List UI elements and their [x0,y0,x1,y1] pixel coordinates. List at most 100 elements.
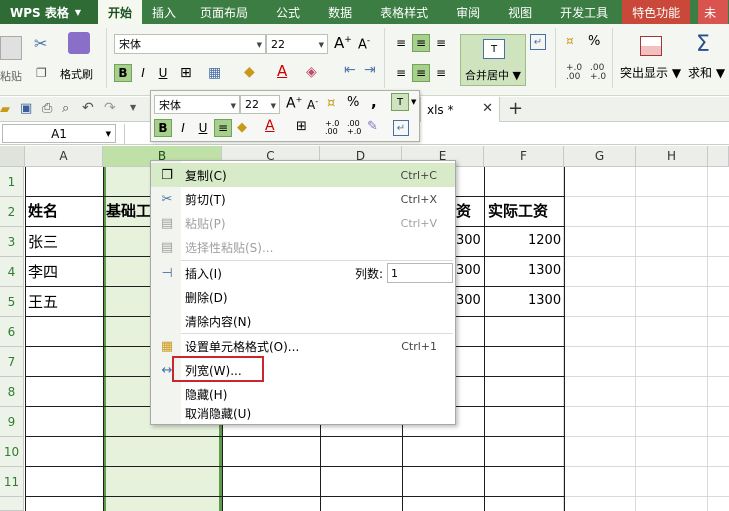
indent-increase-icon[interactable]: ⇥ [364,62,376,78]
increase-font-icon[interactable]: A+ [334,34,352,52]
currency-icon[interactable]: ¤ [327,96,335,111]
align-top-icon[interactable]: ≡ [392,34,410,52]
highlight-icon[interactable] [640,36,662,56]
file-tab[interactable]: xls * ✕ [420,97,500,122]
mini-align-center-icon[interactable]: ≡ [214,119,232,137]
mini-font-name-select[interactable]: 宋体 ▼ [154,95,240,114]
row-header-9[interactable]: 9 [0,407,24,437]
col-header-h[interactable]: H [636,146,708,167]
format-painter-label[interactable]: 格式刷 [60,66,93,82]
row-header-5[interactable]: 5 [0,287,24,317]
decrease-font-icon[interactable]: A- [307,97,318,112]
cell-f5[interactable]: 1300 [528,293,561,308]
decrease-decimal-icon[interactable]: .00 +.0 [347,120,361,136]
menu-item-copy[interactable]: ❐ 复制(C) Ctrl+C [151,163,455,187]
close-icon[interactable]: ✕ [482,101,493,116]
tab-developer[interactable]: 开发工具 [546,0,622,24]
scissors-icon[interactable]: ✂ [34,34,47,53]
cell-a2[interactable]: 姓名 [28,200,58,221]
row-header-3[interactable]: 3 [0,227,24,257]
cell-a4[interactable]: 李四 [28,261,58,282]
cell-f2[interactable]: 实际工资 [488,200,548,221]
tab-overflow[interactable]: 未 [698,0,729,24]
cell-a3[interactable]: 张三 [28,231,58,252]
row-header-12[interactable] [0,497,24,511]
open-folder-icon[interactable]: ▰ [0,102,10,117]
select-all-corner[interactable] [0,146,25,167]
cell-a5[interactable]: 王五 [28,291,58,312]
save-icon[interactable]: ▣ [20,101,32,116]
chevron-down-icon[interactable]: ▼ [130,103,136,112]
decrease-decimal-icon[interactable]: .00 +.0 [590,64,606,82]
borders-icon[interactable]: ⊞ [180,65,192,81]
menu-item-cut[interactable]: ✂ 剪切(T) Ctrl+X [151,187,455,211]
format-brush-icon[interactable]: ✎ [367,119,378,134]
align-right-icon[interactable]: ≡ [432,64,450,82]
format-brush-icon[interactable] [68,32,90,54]
col-header-f[interactable]: F [484,146,564,167]
copy-icon[interactable]: ❐ [36,66,47,80]
indent-decrease-icon[interactable]: ⇤ [344,62,356,78]
cell-e4[interactable]: 300 [456,263,481,278]
align-middle-icon[interactable]: ≡ [412,34,430,52]
increase-decimal-icon[interactable]: +.0.00 [325,120,339,136]
mini-italic-button[interactable]: I [174,119,192,137]
undo-icon[interactable]: ↶ [82,100,94,116]
name-box[interactable]: A1 ▼ [2,124,116,143]
align-left-icon[interactable]: ≡ [392,64,410,82]
underline-button[interactable]: U [154,64,172,82]
cell-e2[interactable]: 资 [456,200,471,221]
wrap-text-icon[interactable]: ↵ [530,34,546,50]
row-header-8[interactable]: 8 [0,377,24,407]
menu-item-clear-contents[interactable]: 清除内容(N) [151,309,455,333]
sum-icon[interactable]: Σ [696,32,710,57]
font-color-icon[interactable]: A [277,62,287,80]
tab-table-style[interactable]: 表格样式 [366,0,442,24]
decrease-font-icon[interactable]: A- [358,36,370,52]
row-header-7[interactable]: 7 [0,347,24,377]
menu-item-paste-special[interactable]: ▤ 选择性粘贴(S)... [151,235,455,259]
tab-review[interactable]: 审阅 [442,0,494,24]
row-header-1[interactable]: 1 [0,167,24,197]
menu-item-format-cells[interactable]: ▦ 设置单元格格式(O)... Ctrl+1 [151,334,455,358]
percent-icon[interactable]: % [347,95,359,110]
redo-icon[interactable]: ↷ [104,100,116,116]
cell-e3[interactable]: 300 [456,233,481,248]
col-header-g[interactable]: G [564,146,636,167]
tab-data[interactable]: 数据 [314,0,366,24]
row-header-11[interactable]: 11 [0,467,24,497]
tab-insert[interactable]: 插入 [142,0,186,24]
row-header-4[interactable]: 4 [0,257,24,287]
cell-f3[interactable]: 1200 [528,233,561,248]
increase-decimal-icon[interactable]: +.0.00 [566,64,582,82]
merge-center-button[interactable]: T 合并居中 ▼ [460,34,526,86]
menu-item-unhide[interactable]: 取消隐藏(U) [151,401,455,425]
print-icon[interactable]: ⎙ [42,101,52,116]
col-header-i[interactable] [708,146,729,167]
tab-view[interactable]: 视图 [494,0,546,24]
paste-button[interactable]: 粘贴 [0,28,26,90]
mini-font-size-select[interactable]: 22 ▼ [240,95,280,114]
fill-color-icon[interactable]: ◆ [237,120,247,135]
col-header-a[interactable]: A [25,146,103,167]
tab-special-features[interactable]: 特色功能 [622,0,691,24]
print-preview-icon[interactable]: ⌕ [62,101,69,116]
borders-icon[interactable]: ⊞ [296,119,307,134]
align-bottom-icon[interactable]: ≡ [432,34,450,52]
cell-f4[interactable]: 1300 [528,263,561,278]
wrap-text-icon[interactable]: ↵ [393,120,409,136]
tab-page-layout[interactable]: 页面布局 [186,0,262,24]
mini-underline-button[interactable]: U [194,119,212,137]
comma-style-icon[interactable]: , [371,93,377,111]
percent-button[interactable]: % [588,34,600,49]
font-name-select[interactable]: 宋体 ▼ [114,34,266,54]
chevron-down-icon[interactable]: ▼ [411,98,416,106]
conditional-display-button[interactable]: 突出显示 ▼ [620,64,681,81]
cell-b2[interactable]: 基础工 [106,200,151,221]
merge-cells-icon[interactable]: T [391,93,409,111]
tab-start[interactable]: 开始 [98,0,143,24]
clear-format-icon[interactable]: ◈ [306,64,317,80]
tab-formulas[interactable]: 公式 [262,0,314,24]
font-size-select[interactable]: 22 ▼ [266,34,328,54]
menu-item-insert[interactable]: ⊣ 插入(I) 列数: 1 [151,261,455,285]
